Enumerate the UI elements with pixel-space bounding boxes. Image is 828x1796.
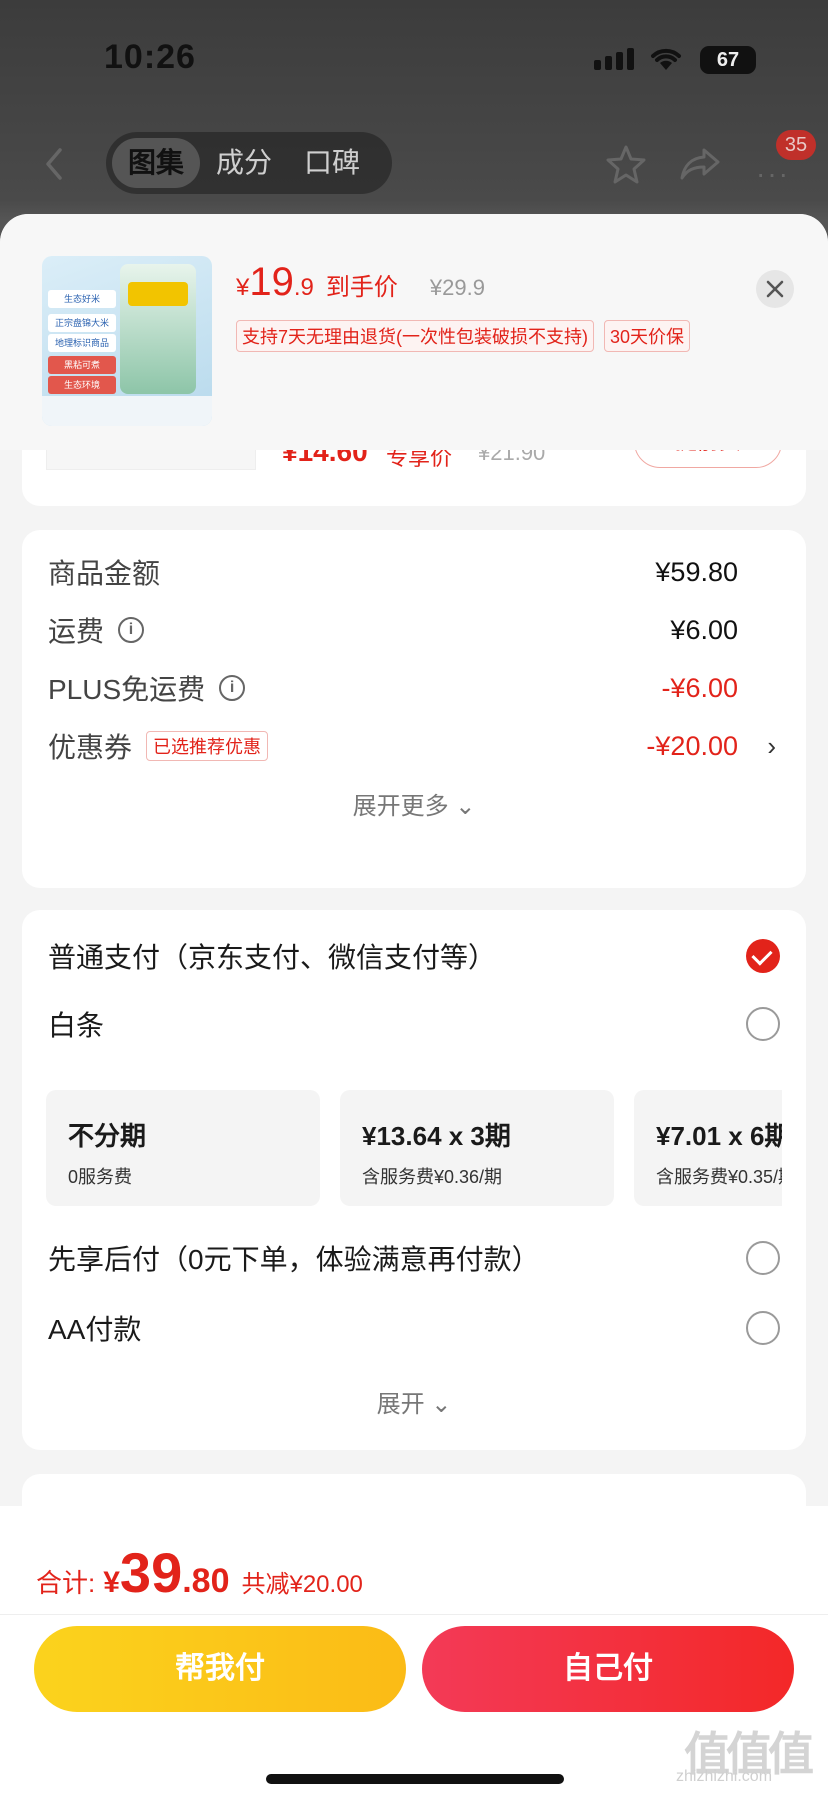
amount-row-shipping: 运费 i ¥6.00 <box>48 610 806 650</box>
installment-option[interactable]: ¥7.01 x 6期 含服务费¥0.35/期 <box>634 1090 782 1206</box>
home-indicator <box>266 1774 564 1784</box>
pay-option-normal[interactable]: 普通支付（京东支付、微信支付等） <box>48 934 780 978</box>
price-protect-tag: 30天价保 <box>604 320 691 352</box>
radio-icon[interactable] <box>746 1007 780 1041</box>
amount-label: 优惠券 <box>48 732 133 763</box>
payment-card: 普通支付（京东支付、微信支付等） 白条 不分期 0服务费 ¥13.64 x 3期… <box>22 910 806 1450</box>
service-tags: 支持7天无理由退货(一次性包装破损不支持) 30天价保 <box>236 320 691 352</box>
radio-icon[interactable] <box>746 1311 780 1345</box>
amount-label: PLUS免运费 <box>48 674 206 705</box>
radio-checked-icon[interactable] <box>746 939 780 973</box>
thumb-footer <box>42 396 212 426</box>
nav-bar: 图集 成分 口碑 ··· 35 <box>0 130 828 202</box>
info-icon[interactable]: i <box>219 675 246 701</box>
thumb-tag: 正宗盘锦大米 <box>48 314 116 332</box>
price-label: 到手价 <box>325 274 398 301</box>
pay-option-label: 普通支付（京东支付、微信支付等） <box>48 942 497 973</box>
thumb-tag: 生态环境 <box>48 376 116 394</box>
checkout-bar: 合计: ¥ 39 .80 共减¥20.00 帮我付 自己付 值值值 zhizhi… <box>0 1506 828 1796</box>
back-icon[interactable] <box>36 142 72 186</box>
pay-option-buy-now-pay-later[interactable]: 先享后付（0元下单，体验满意再付款） <box>48 1236 780 1280</box>
pay-option-aa[interactable]: AA付款 <box>48 1306 780 1350</box>
amount-value: -¥6.00 <box>661 672 738 703</box>
pay-myself-button[interactable]: 自己付 <box>422 1626 794 1712</box>
radio-icon[interactable] <box>746 1241 780 1275</box>
amount-row-goods: 商品金额 ¥59.80 <box>48 552 806 592</box>
installment-fee: 含服务费¥0.36/期 <box>362 1167 503 1187</box>
signal-icon <box>594 48 634 70</box>
product-thumbnail[interactable]: 生态好米 正宗盘锦大米 地理标识商品 黑粘可煮 生态环境 <box>42 256 212 426</box>
return-policy-tag: 支持7天无理由退货(一次性包装破损不支持) <box>236 320 594 352</box>
total-currency: ¥ <box>103 1566 120 1599</box>
price-row: ¥ 19 .9 到手价 ¥29.9 <box>236 260 485 305</box>
status-bar: 10:26 67 <box>0 0 828 120</box>
installment-fee: 含服务费¥0.35/期 <box>656 1167 782 1187</box>
battery-icon: 67 <box>700 46 756 74</box>
amount-row-plus-free-shipping: PLUS免运费 i -¥6.00 <box>48 668 806 708</box>
expand-more-link[interactable]: 展开更多 ⌄ <box>22 786 806 821</box>
price-decimal: .9 <box>293 274 314 301</box>
share-icon[interactable] <box>678 142 722 186</box>
info-icon[interactable]: i <box>118 617 145 643</box>
tab-ingredients[interactable]: 成分 <box>200 138 288 188</box>
product-header: 生态好米 正宗盘锦大米 地理标识商品 黑粘可煮 生态环境 ¥ 19 .9 到手价… <box>0 214 828 450</box>
price-currency: ¥ <box>236 274 250 301</box>
status-time: 10:26 <box>104 38 196 76</box>
installment-options: 不分期 0服务费 ¥13.64 x 3期 含服务费¥0.36/期 ¥7.01 x… <box>46 1090 782 1206</box>
installment-fee: 0服务费 <box>68 1167 133 1187</box>
thumb-tag: 黑粘可煮 <box>48 356 116 374</box>
pay-option-label: 先享后付（0元下单，体验满意再付款） <box>48 1244 540 1275</box>
tab-gallery[interactable]: 图集 <box>112 138 201 188</box>
total-label: 合计: <box>36 1568 96 1598</box>
total-decimal: .80 <box>182 1562 230 1600</box>
help-me-pay-button[interactable]: 帮我付 <box>34 1626 406 1712</box>
watermark-url: zhizhizhi.com <box>676 1768 773 1785</box>
installment-title: ¥13.64 x 3期 <box>362 1121 511 1151</box>
thumb-tag: 生态好米 <box>48 290 116 308</box>
pay-option-label: AA付款 <box>48 1314 142 1345</box>
original-price: ¥29.9 <box>429 275 485 300</box>
amount-label: 商品金额 <box>48 558 161 589</box>
tab-group: 图集 成分 口碑 <box>106 132 392 194</box>
pay-option-label: 白条 <box>48 1010 105 1041</box>
divider <box>0 1614 828 1615</box>
price-integer: 19 <box>249 260 294 304</box>
thumb-tag: 地理标识商品 <box>48 334 116 352</box>
amount-card: 商品金额 ¥59.80 运费 i ¥6.00 PLUS免运费 i -¥6.00 … <box>22 530 806 888</box>
coupon-tag: 已选推荐优惠 <box>146 731 269 761</box>
amount-value: ¥59.80 <box>655 556 738 587</box>
installment-option[interactable]: 不分期 0服务费 <box>46 1090 320 1206</box>
total-row: 合计: ¥ 39 .80 共减¥20.00 <box>36 1540 363 1605</box>
wifi-icon <box>651 48 681 70</box>
chevron-right-icon: › <box>767 730 776 761</box>
rice-bag-image <box>120 264 196 394</box>
amount-row-coupon[interactable]: 优惠券 已选推荐优惠 -¥20.00 › <box>48 726 806 766</box>
pay-option-baitiao[interactable]: 白条 <box>48 1002 780 1046</box>
star-icon[interactable] <box>604 142 648 186</box>
expand-link[interactable]: 展开 ⌄ <box>22 1384 806 1419</box>
total-integer: 39 <box>119 1541 183 1604</box>
message-badge: 35 <box>776 130 816 160</box>
tab-reviews[interactable]: 口碑 <box>288 138 376 188</box>
installment-option[interactable]: ¥13.64 x 3期 含服务费¥0.36/期 <box>340 1090 614 1206</box>
amount-label: 运费 <box>48 616 105 647</box>
amount-value: -¥20.00 <box>646 730 738 761</box>
close-icon[interactable] <box>756 270 794 308</box>
total-discount: 共减¥20.00 <box>241 1571 363 1598</box>
more-icon[interactable]: ··· <box>756 158 790 190</box>
installment-title: ¥7.01 x 6期 <box>656 1121 782 1151</box>
amount-value: ¥6.00 <box>670 614 738 645</box>
installment-title: 不分期 <box>68 1121 147 1151</box>
